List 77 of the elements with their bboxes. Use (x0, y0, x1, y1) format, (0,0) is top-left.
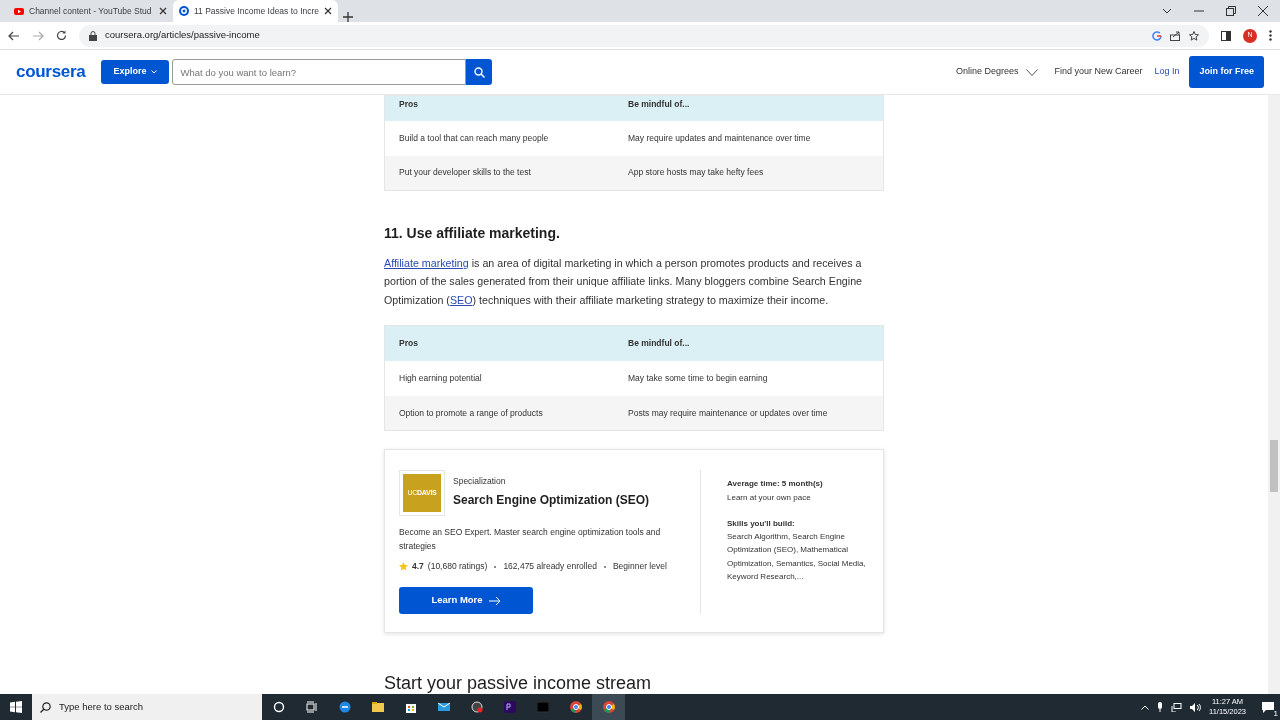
course-title[interactable]: Search Engine Optimization (SEO) (453, 491, 650, 510)
browser-tab[interactable]: 11 Passive Income Ideas to Incre (173, 0, 338, 22)
restore-icon[interactable] (1226, 6, 1236, 16)
table-cell: May take some time to begin earning (614, 360, 884, 396)
chrome-icon[interactable] (569, 701, 582, 713)
ratings-count: (10,680 ratings) (427, 560, 488, 574)
scrollbar[interactable] (1268, 95, 1280, 694)
table-cell: Posts may require maintenance or updates over time (614, 395, 884, 431)
text-link[interactable]: Affiliate marketing (384, 256, 469, 269)
google-g-icon[interactable] (1152, 30, 1162, 41)
column-header: Be mindful of... (614, 95, 884, 121)
speaker-icon[interactable] (1190, 702, 1201, 712)
course-type: Specialization (453, 475, 507, 489)
mail-envelope-icon[interactable] (437, 701, 450, 713)
share-icon[interactable] (1170, 30, 1181, 41)
table-cell: Build a tool that can reach many people (384, 120, 615, 156)
section-heading: 11. Use affiliate marketing. (384, 225, 561, 242)
reload-icon[interactable] (56, 30, 67, 41)
coursera-logo[interactable]: coursera (16, 59, 86, 85)
table-cell: Put your developer skills to the test (384, 155, 615, 191)
play-icon (14, 6, 24, 16)
star-icon (399, 562, 408, 572)
microphone-icon[interactable] (1157, 702, 1163, 712)
table-cell: May require updates and maintenance over time (614, 120, 884, 156)
learn-more-button[interactable]: Learn More (399, 587, 533, 615)
join-button[interactable]: Join for Free (1189, 56, 1264, 88)
table-cell: Option to promote a range of products (384, 395, 615, 431)
column-header: Be mindful of... (614, 325, 884, 361)
table-cell: High earning potential (384, 360, 615, 396)
nav-link-text[interactable]: Find your New Career (1054, 65, 1143, 79)
online-degrees-menu[interactable]: Online Degrees (955, 65, 1039, 79)
taskbar-search-field[interactable]: Type here to search (32, 694, 262, 720)
star-outline-icon[interactable] (1189, 30, 1199, 41)
section-heading: Start your passive income stream (384, 673, 653, 694)
rating-value: 4.7 (412, 560, 424, 574)
caret-icon (151, 70, 158, 74)
level-text: Beginner level (612, 560, 667, 574)
search-icon (40, 701, 51, 713)
search-button[interactable] (466, 59, 493, 85)
skills-label: Skills you'll build: (727, 517, 796, 530)
windows-start-icon[interactable] (10, 701, 22, 713)
column-header: Pros (384, 325, 615, 361)
back-arrow-icon[interactable] (8, 30, 20, 41)
paragraph: Affiliate marketing is an area of digital marketing in which a person promotes products and receives a portion of the sales generated from their unique affiliate links. Many bloggers combine Search Engine Optimization (SEO) techniques with their affiliate marketing strategy to maximize their income. (384, 255, 864, 308)
table-cell: App store hosts may take hefty fees (614, 155, 884, 191)
url-text[interactable]: coursera.org/articles/passive-income (105, 28, 260, 43)
more-menu-icon[interactable] (1269, 30, 1272, 41)
average-time-label: Average time: 5 month(s) (727, 478, 824, 491)
folder-icon[interactable] (371, 701, 384, 713)
skills-list: Search Algorithm, Search Engine Optimization (SEO), Mathematical Optimization, Semantics, Social Media, Keyword Research,... (727, 530, 869, 584)
notification-icon[interactable] (1262, 701, 1274, 713)
search-icon (473, 66, 485, 78)
close-icon[interactable] (1258, 6, 1268, 16)
notification-count: 1 (1271, 708, 1280, 718)
side-panel-icon[interactable] (1221, 30, 1231, 41)
chevron-down-icon[interactable] (1162, 8, 1172, 14)
c-logo-icon (179, 6, 189, 16)
login-link[interactable]: Log In (1154, 65, 1180, 79)
column-header: Pros (384, 95, 615, 121)
close-icon[interactable] (324, 7, 332, 15)
arrow-right-icon (488, 595, 501, 606)
search-field[interactable]: What do you want to learn? (172, 59, 467, 85)
cortana-circle-icon[interactable] (272, 701, 285, 713)
enrolled-count: 162,475 already enrolled (503, 560, 597, 574)
close-icon[interactable] (159, 7, 167, 15)
task-view-icon[interactable] (305, 701, 318, 713)
chevron-up-icon[interactable] (1141, 704, 1149, 710)
chevron-down-icon (1026, 68, 1039, 76)
lock-icon (89, 30, 97, 41)
course-description: Become an SEO Expert. Master search engine optimization tools and strategies (399, 526, 662, 553)
store-bag-icon[interactable] (404, 701, 417, 713)
chrome-icon[interactable] (602, 701, 615, 713)
scrollbar-thumb[interactable] (1270, 440, 1278, 492)
explore-button[interactable]: Explore (101, 60, 170, 84)
browser-tab[interactable]: Channel content - YouTube Stud (8, 0, 173, 22)
network-icon[interactable] (1171, 702, 1182, 712)
pace-text: Learn at your own pace (727, 491, 812, 504)
